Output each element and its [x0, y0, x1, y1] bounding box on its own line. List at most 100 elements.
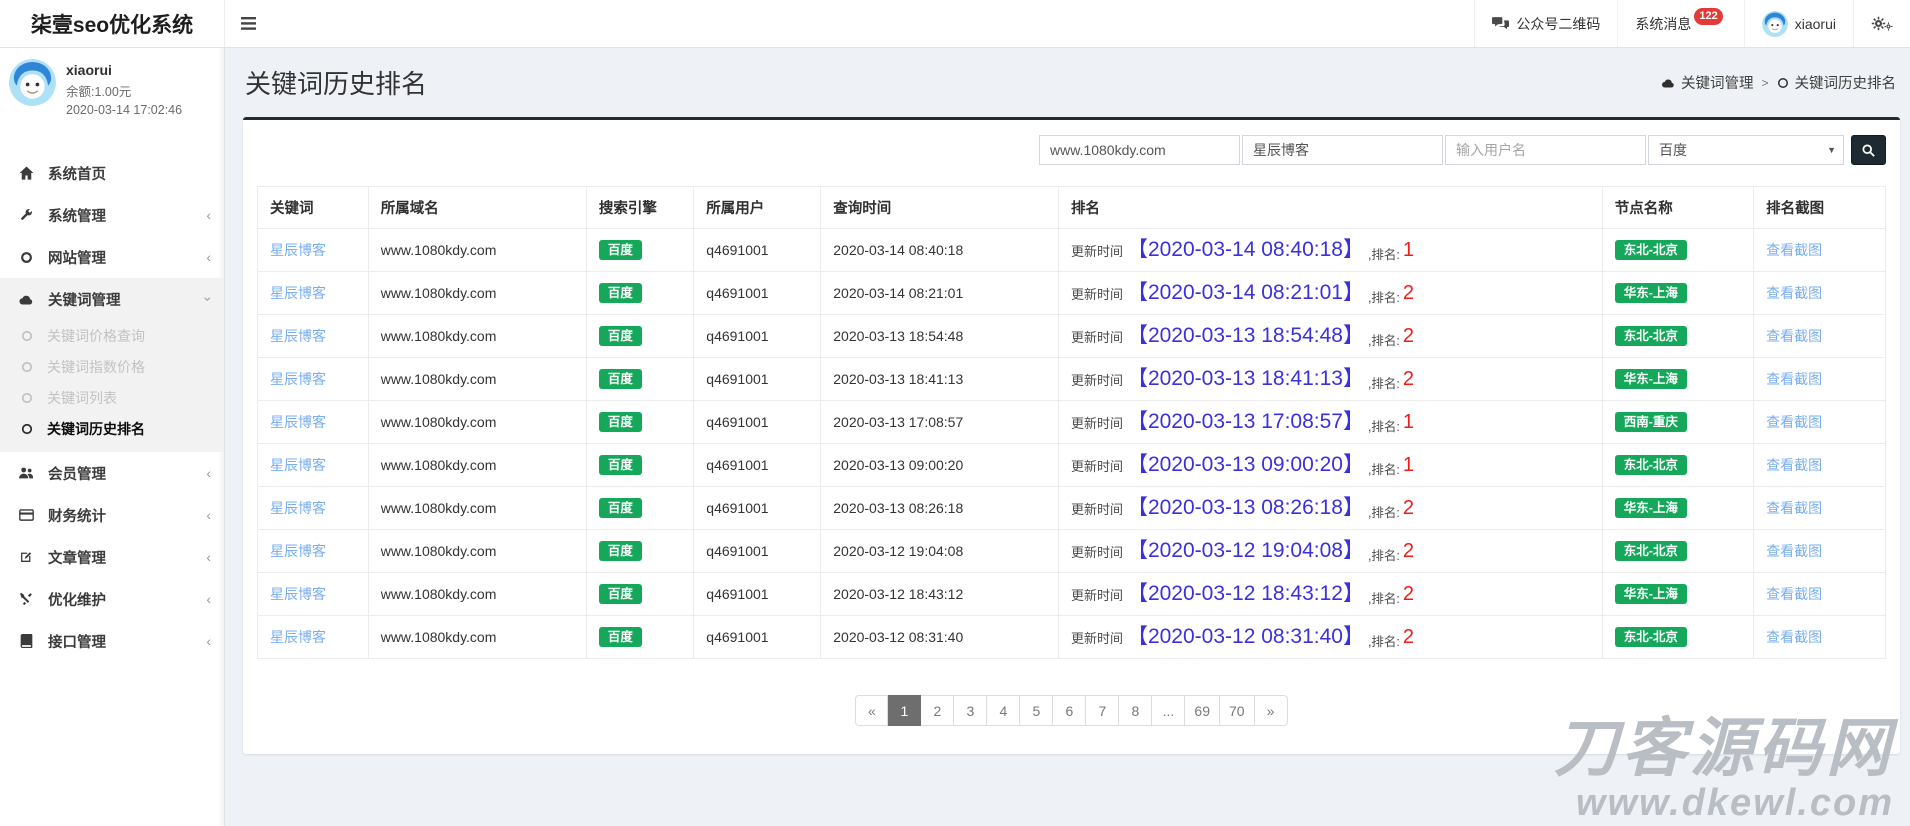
- engine-badge: 百度: [599, 455, 642, 476]
- cell-domain: www.1080kdy.com: [368, 616, 586, 659]
- pagination-next[interactable]: »: [1255, 695, 1288, 726]
- app-logo[interactable]: 柒壹seo优化系统: [0, 0, 225, 47]
- sidebar-item-api[interactable]: 接口管理‹: [0, 620, 224, 662]
- keyword-link[interactable]: 星辰博客: [270, 328, 326, 344]
- sidebar-item-website[interactable]: 网站管理‹: [0, 236, 224, 278]
- pagination-page-4[interactable]: 4: [987, 695, 1020, 726]
- cell-engine: 百度: [586, 444, 693, 487]
- engine-select[interactable]: 百度: [1648, 135, 1844, 165]
- keyword-link[interactable]: 星辰博客: [270, 371, 326, 387]
- cell-engine: 百度: [586, 358, 693, 401]
- rank-update-time: 【2020-03-13 08:26:18】: [1127, 495, 1364, 521]
- cell-node: 西南-重庆: [1602, 401, 1753, 444]
- screenshot-link[interactable]: 查看截图: [1766, 543, 1822, 559]
- sidebar-subitem-keyword-history-rank[interactable]: 关键词历史排名: [0, 413, 224, 444]
- breadcrumb-parent[interactable]: 关键词管理: [1681, 72, 1754, 93]
- pagination-page-70[interactable]: 70: [1220, 695, 1255, 726]
- cell-screenshot: 查看截图: [1754, 530, 1886, 573]
- user-menu-item[interactable]: xiaorui: [1744, 0, 1853, 47]
- breadcrumb-separator: >: [1759, 76, 1770, 90]
- rank-prefix: 更新时间: [1071, 370, 1123, 389]
- cell-query-time: 2020-03-13 18:41:13: [821, 358, 1059, 401]
- settings-menu-item[interactable]: [1853, 0, 1910, 47]
- pagination: «12345678...6970»: [257, 695, 1886, 726]
- domain-input[interactable]: [1039, 135, 1240, 165]
- sidebar-item-label: 系统首页: [48, 163, 106, 184]
- engine-badge: 百度: [599, 584, 642, 605]
- sidebar-item-members[interactable]: 会员管理‹: [0, 452, 224, 494]
- engine-badge: 百度: [599, 283, 642, 304]
- screenshot-link[interactable]: 查看截图: [1766, 457, 1822, 473]
- pagination-page-6[interactable]: 6: [1053, 695, 1086, 726]
- search-button[interactable]: [1851, 135, 1886, 165]
- screenshot-link[interactable]: 查看截图: [1766, 328, 1822, 344]
- pagination-page-2[interactable]: 2: [921, 695, 954, 726]
- keyword-link[interactable]: 星辰博客: [270, 500, 326, 516]
- pagination-page-1[interactable]: 1: [888, 695, 921, 726]
- qrcode-label: 公众号二维码: [1516, 14, 1600, 34]
- sidebar-subitem-keyword-price[interactable]: 关键词价格查询: [0, 320, 224, 351]
- screenshot-link[interactable]: 查看截图: [1766, 629, 1822, 645]
- pagination-page-7[interactable]: 7: [1086, 695, 1119, 726]
- table-row: 星辰博客www.1080kdy.com百度q46910012020-03-13 …: [258, 487, 1886, 530]
- table-row: 星辰博客www.1080kdy.com百度q46910012020-03-14 …: [258, 272, 1886, 315]
- cell-domain: www.1080kdy.com: [368, 444, 586, 487]
- cell-node: 东北-北京: [1602, 616, 1753, 659]
- screenshot-link[interactable]: 查看截图: [1766, 371, 1822, 387]
- cell-node: 东北-北京: [1602, 229, 1753, 272]
- cell-keyword: 星辰博客: [258, 272, 369, 315]
- rank-label: ,排名:: [1368, 330, 1400, 349]
- screenshot-link[interactable]: 查看截图: [1766, 242, 1822, 258]
- keyword-link[interactable]: 星辰博客: [270, 629, 326, 645]
- keyword-input[interactable]: [1242, 135, 1443, 165]
- screenshot-link[interactable]: 查看截图: [1766, 586, 1822, 602]
- hamburger-menu-icon[interactable]: [225, 0, 271, 47]
- keyword-link[interactable]: 星辰博客: [270, 285, 326, 301]
- pagination-page-5[interactable]: 5: [1020, 695, 1053, 726]
- messages-menu-item[interactable]: 系统消息 122: [1617, 0, 1743, 47]
- sidebar-item-finance[interactable]: 财务统计‹: [0, 494, 224, 536]
- engine-badge: 百度: [599, 412, 642, 433]
- sidebar-group-keywords: 关键词管理›关键词价格查询关键词指数价格关键词列表关键词历史排名: [0, 278, 224, 452]
- rank-value: 2: [1403, 497, 1414, 520]
- pagination-page-3[interactable]: 3: [954, 695, 987, 726]
- pagination-page-69[interactable]: 69: [1185, 695, 1220, 726]
- keyword-link[interactable]: 星辰博客: [270, 457, 326, 473]
- keyword-link[interactable]: 星辰博客: [270, 586, 326, 602]
- pagination-prev[interactable]: «: [855, 695, 888, 726]
- keyword-link[interactable]: 星辰博客: [270, 543, 326, 559]
- sidebar-item-home[interactable]: 系统首页: [0, 152, 224, 194]
- sidebar-item-keywords[interactable]: 关键词管理›: [0, 278, 224, 320]
- cell-node: 华东-上海: [1602, 358, 1753, 401]
- cloud-icon: [1661, 77, 1675, 88]
- sidebar-item-system[interactable]: 系统管理‹: [0, 194, 224, 236]
- circle-icon: [21, 423, 36, 435]
- rank-value: 1: [1403, 239, 1414, 262]
- cell-query-time: 2020-03-13 08:26:18: [821, 487, 1059, 530]
- sidebar-subitem-keyword-index-price[interactable]: 关键词指数价格: [0, 351, 224, 382]
- sidebar-item-optimization[interactable]: 优化维护‹: [0, 578, 224, 620]
- node-badge: 东北-北京: [1615, 627, 1687, 648]
- sidebar-item-articles[interactable]: 文章管理‹: [0, 536, 224, 578]
- pagination-page-8[interactable]: 8: [1119, 695, 1152, 726]
- keyword-link[interactable]: 星辰博客: [270, 414, 326, 430]
- cell-domain: www.1080kdy.com: [368, 487, 586, 530]
- sidebar-subitem-keyword-list[interactable]: 关键词列表: [0, 382, 224, 413]
- rank-value: 2: [1403, 540, 1414, 563]
- credit-card-icon: [17, 509, 35, 521]
- cell-user: q4691001: [694, 530, 821, 573]
- screenshot-link[interactable]: 查看截图: [1766, 500, 1822, 516]
- user-input[interactable]: [1445, 135, 1646, 165]
- qrcode-menu-item[interactable]: 公众号二维码: [1474, 0, 1617, 47]
- cell-domain: www.1080kdy.com: [368, 530, 586, 573]
- messages-label: 系统消息: [1635, 14, 1691, 34]
- cell-user: q4691001: [694, 315, 821, 358]
- screenshot-link[interactable]: 查看截图: [1766, 414, 1822, 430]
- keyword-link[interactable]: 星辰博客: [270, 242, 326, 258]
- cell-engine: 百度: [586, 616, 693, 659]
- screenshot-link[interactable]: 查看截图: [1766, 285, 1822, 301]
- sidebar-subitem-label: 关键词列表: [47, 388, 117, 408]
- rank-prefix: 更新时间: [1071, 499, 1123, 518]
- sidebar-group-finance: 财务统计‹: [0, 494, 224, 536]
- cell-rank: 更新时间【2020-03-13 08:26:18】,排名:2: [1058, 487, 1602, 530]
